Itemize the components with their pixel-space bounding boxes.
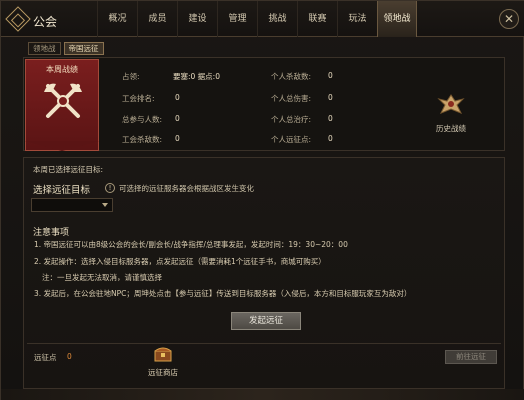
personal-heal-value: 0	[328, 114, 333, 123]
guild-rank-value: 0	[175, 93, 180, 102]
history-record-label: 历史战绩	[436, 124, 466, 133]
personal-kills-label: 个人杀敌数:	[271, 72, 312, 81]
guild-kills-value: 0	[175, 134, 180, 143]
note-item: 2. 发起操作：选择入侵目标服务器，点发起远征（需要消耗1个远征手书，商城可购买…	[34, 257, 326, 266]
tab-territory-war[interactable]: 领地战	[377, 1, 417, 37]
subtab-empire-expedition[interactable]: 帝国远征	[63, 42, 104, 55]
subtab-territory-war[interactable]: 领地战	[28, 42, 61, 55]
personal-kills-value: 0	[328, 71, 333, 80]
note-item: 注：一旦发起无法取消，请谨慎选择	[42, 273, 162, 282]
tab-gameplay[interactable]: 玩法	[337, 1, 377, 37]
goto-expedition-button[interactable]: 前往远征	[445, 350, 497, 364]
guild-window: 公会 概况 成员 建设 管理 挑战 联赛 玩法 领地战 ✕ 领地战 帝国远征 本…	[0, 0, 524, 400]
select-target-hint: 可选择的远征服务器会根据战区发生变化	[119, 184, 254, 193]
personal-heal-label: 个人总治疗:	[271, 115, 312, 124]
guild-logo-icon	[5, 6, 31, 32]
personal-points-label: 个人远征点:	[271, 135, 312, 144]
banner-title: 本周战绩	[46, 65, 78, 74]
sub-tabs: 领地战 帝国远征	[28, 42, 104, 55]
occupied-label: 占领:	[122, 72, 140, 81]
guild-rank-label: 工会排名:	[122, 94, 155, 103]
crossed-axes-emblem-icon	[44, 83, 82, 118]
expedition-points-label: 远征点	[34, 353, 57, 362]
personal-points-value: 0	[328, 134, 333, 143]
expedition-shop-button[interactable]: 远征商店	[141, 345, 185, 378]
weekly-record-banner: 本周战绩	[25, 59, 99, 151]
tab-manage[interactable]: 管理	[217, 1, 257, 37]
participants-value: 0	[175, 114, 180, 123]
guild-kills-label: 工会杀敌数:	[122, 135, 163, 144]
expedition-shop-label: 远征商店	[148, 368, 178, 377]
close-icon: ✕	[503, 12, 515, 26]
main-tabs: 概况 成员 建设 管理 挑战 联赛 玩法 领地战	[97, 1, 417, 37]
tab-league[interactable]: 联赛	[297, 1, 337, 37]
personal-damage-value: 0	[328, 93, 333, 102]
tab-overview[interactable]: 概况	[97, 1, 137, 37]
header-bar: 公会 概况 成员 建设 管理 挑战 联赛 玩法 领地战 ✕	[1, 1, 524, 37]
occupied-value: 要塞:0 据点:0	[173, 72, 220, 81]
launch-expedition-button[interactable]: 发起远征	[231, 312, 301, 330]
chevron-down-icon	[102, 203, 108, 207]
tab-build[interactable]: 建设	[177, 1, 217, 37]
target-server-dropdown[interactable]	[31, 198, 113, 212]
window-title: 公会	[33, 15, 58, 29]
notes-title: 注意事项	[33, 228, 70, 238]
bottom-scene-strip	[1, 389, 524, 400]
selected-target-notice: 本周已选择远征目标:	[33, 165, 104, 174]
history-eagle-icon	[437, 94, 465, 114]
close-button[interactable]: ✕	[499, 9, 519, 29]
footer-divider	[27, 343, 501, 344]
history-record-button[interactable]: 历史战绩	[429, 91, 473, 134]
participants-label: 总参与人数:	[122, 115, 163, 124]
personal-damage-label: 个人总伤害:	[271, 94, 312, 103]
banner-tail	[25, 141, 99, 151]
info-icon[interactable]: !	[105, 183, 115, 193]
select-target-label: 选择远征目标	[33, 185, 91, 196]
tab-challenge[interactable]: 挑战	[257, 1, 297, 37]
expedition-points-value: 0	[67, 352, 72, 361]
note-item: 3. 发起后，在公会驻地NPC；周坤处点击【参与远征】传送到目标服务器（入侵后，…	[34, 289, 412, 298]
note-item: 1. 帝国远征可以由8级公会的会长/副会长/战争指挥/总理事发起，发起时间：19…	[34, 240, 348, 249]
treasure-chest-icon	[154, 347, 172, 362]
tab-members[interactable]: 成员	[137, 1, 177, 37]
